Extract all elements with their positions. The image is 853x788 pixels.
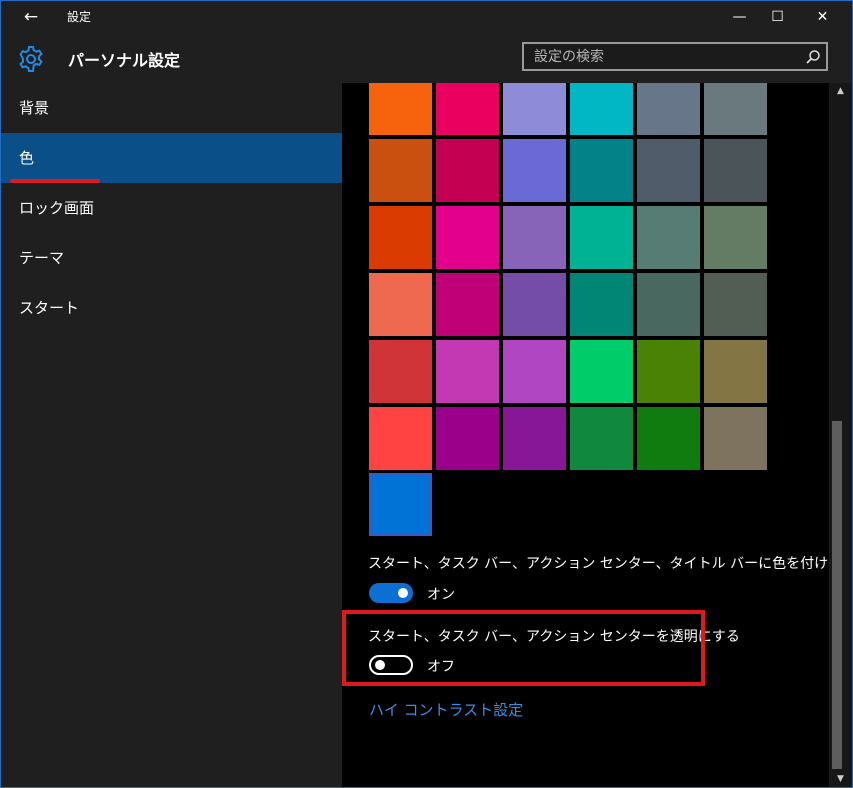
sidebar-item-label: ロック画面 [19,199,95,217]
colorize-toggle[interactable] [369,583,413,603]
color-swatch[interactable] [369,206,432,269]
color-swatch[interactable] [570,139,633,202]
scrollbar[interactable]: ▲ ▼ [829,83,852,787]
color-swatch[interactable] [637,83,700,135]
sidebar-item-label: 色 [19,149,35,167]
title-bar: ← 設定 — ☐ ✕ [1,1,852,33]
color-swatch[interactable] [369,273,432,336]
color-swatch[interactable] [637,206,700,269]
sidebar-item-background[interactable]: 背景 [1,83,342,133]
color-swatch[interactable] [369,407,432,470]
color-swatch[interactable] [369,340,432,403]
color-swatch[interactable] [369,139,432,202]
color-swatch[interactable] [704,83,767,135]
close-icon[interactable]: ✕ [800,1,845,33]
high-contrast-link[interactable]: ハイ コントラスト設定 [369,699,523,720]
color-swatch[interactable] [436,83,499,135]
color-swatch[interactable] [637,340,700,403]
color-swatch[interactable] [436,407,499,470]
sidebar-item-colors[interactable]: 色 [1,133,342,183]
color-swatch[interactable] [436,206,499,269]
color-swatch[interactable] [637,273,700,336]
color-swatch[interactable] [704,407,767,470]
window-title: 設定 [67,10,92,24]
sidebar-item-label: 背景 [19,99,50,117]
back-arrow-icon[interactable]: ← [11,5,51,29]
search-icon[interactable] [805,49,821,65]
search-input[interactable] [534,47,789,67]
settings-window: ← 設定 — ☐ ✕ パーソナル設定 背景 色 ロック [0,0,853,788]
color-swatch[interactable] [436,340,499,403]
sidebar-item-label: テーマ [19,249,65,267]
color-swatch[interactable] [570,273,633,336]
colorize-state: オン [427,587,455,603]
color-swatch[interactable] [436,139,499,202]
color-swatch[interactable] [503,273,566,336]
sidebar-item-lock-screen[interactable]: ロック画面 [1,183,342,233]
scroll-up-icon[interactable]: ▲ [829,83,852,99]
color-swatch[interactable] [637,407,700,470]
sidebar-item-start[interactable]: スタート [1,283,342,333]
gear-icon [19,46,43,72]
red-highlight-box [342,610,705,686]
color-swatch[interactable] [704,206,767,269]
content-pane: スタート、タスク バー、アクション センター、タイトル バーに色を付ける オン … [342,83,842,787]
color-swatch[interactable] [503,340,566,403]
color-swatch[interactable] [704,273,767,336]
selected-color-swatch[interactable] [369,473,432,536]
page-title: パーソナル設定 [68,51,181,70]
color-swatch[interactable] [503,407,566,470]
colorize-label: スタート、タスク バー、アクション センター、タイトル バーに色を付ける [368,556,843,572]
sidebar-item-label: スタート [19,299,80,317]
color-swatch[interactable] [704,340,767,403]
color-swatch[interactable] [637,139,700,202]
color-swatch[interactable] [436,273,499,336]
color-swatch[interactable] [503,139,566,202]
color-swatch[interactable] [503,206,566,269]
search-box[interactable] [522,42,828,71]
color-swatch[interactable] [369,83,432,135]
scroll-thumb[interactable] [832,421,842,769]
color-swatch[interactable] [503,83,566,135]
app-header: パーソナル設定 [1,33,852,83]
toggle-knob [398,588,408,598]
scroll-down-icon[interactable]: ▼ [829,771,852,787]
maximize-icon[interactable]: ☐ [755,1,800,33]
color-swatch[interactable] [570,83,633,135]
color-swatch[interactable] [570,407,633,470]
sidebar-item-themes[interactable]: テーマ [1,233,342,283]
sidebar: 背景 色 ロック画面 テーマ スタート [1,83,342,787]
color-swatch[interactable] [570,340,633,403]
color-swatch[interactable] [704,139,767,202]
color-swatch[interactable] [570,206,633,269]
